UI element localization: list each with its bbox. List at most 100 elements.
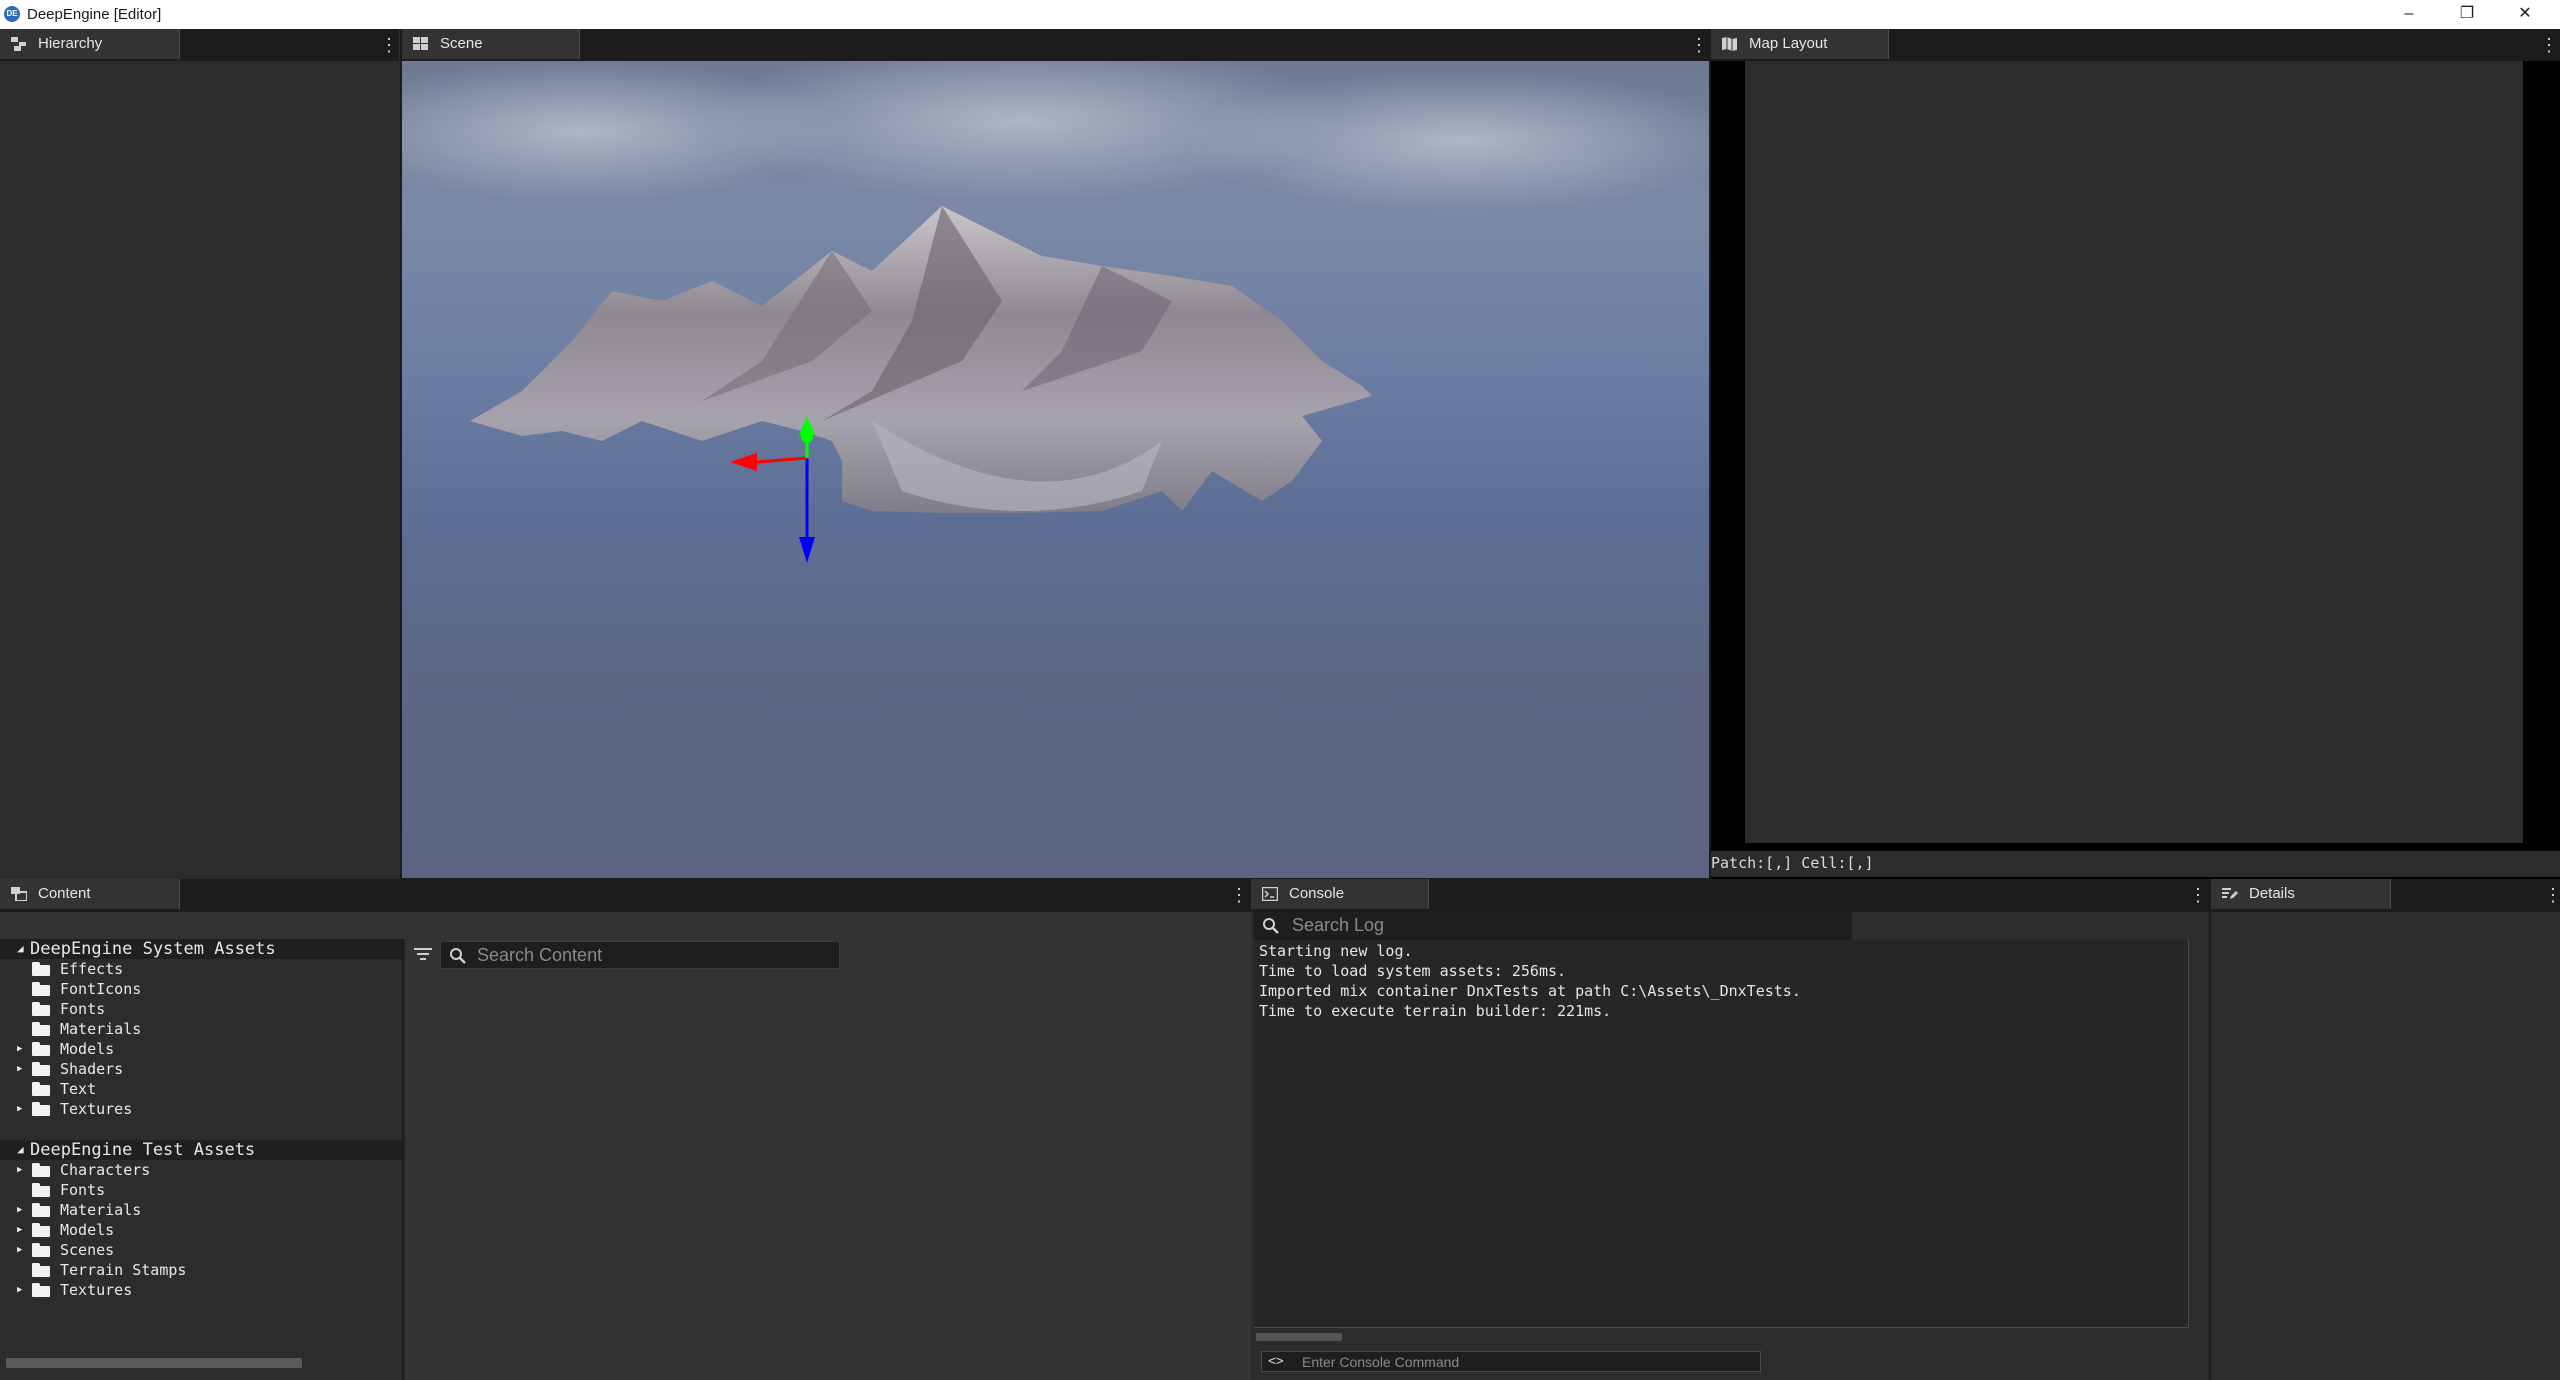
tab-hierarchy[interactable]: Hierarchy (0, 29, 180, 59)
tree-item-folder[interactable]: ▶ Models (0, 1039, 400, 1059)
tree-item-folder[interactable]: ▶ Scenes (0, 1240, 400, 1260)
tree-item-label: Models (60, 1040, 115, 1058)
expand-arrow-icon[interactable]: ▶ (17, 1165, 27, 1175)
tree-group-label: DeepEngine Test Assets (30, 1140, 256, 1160)
tab-details-label: Details (2249, 885, 2295, 902)
console-search-input[interactable]: Search Log (1254, 912, 1852, 940)
tree-item-label: Fonts (60, 1000, 106, 1018)
edit-details-icon (2222, 887, 2238, 901)
tree-item-folder[interactable]: Terrain Stamps (0, 1260, 400, 1280)
content-icon (11, 887, 28, 902)
folder-icon (32, 1283, 52, 1297)
tab-console-label: Console (1289, 885, 1345, 902)
expand-arrow-icon[interactable]: ▶ (17, 1064, 27, 1074)
expand-arrow-icon[interactable]: ▶ (17, 1225, 27, 1235)
folder-icon (32, 962, 52, 976)
tree-item-folder[interactable]: Fonts (0, 1180, 400, 1200)
tree-item-folder[interactable]: ▶ Shaders (0, 1059, 400, 1079)
expand-arrow-icon[interactable]: ▶ (17, 1205, 27, 1215)
expand-arrow-icon[interactable]: ▶ (17, 1285, 27, 1295)
details-panel-header: Details ⋮ (2211, 879, 2560, 912)
code-brackets-icon: <> (1268, 1354, 1284, 1369)
details-panel: Details ⋮ (2209, 879, 2560, 1380)
folder-icon (32, 1223, 52, 1237)
expand-arrow-icon[interactable]: ▶ (17, 1104, 27, 1114)
console-log-line: Imported mix container DnxTests at path … (1259, 982, 1801, 1000)
folder-icon (32, 1042, 52, 1056)
window-title: DeepEngine [Editor] (27, 6, 162, 23)
search-icon (1262, 917, 1280, 935)
content-tree-scrollbar[interactable] (6, 1358, 302, 1368)
map-status-bar: Patch:[,] Cell:[,] (1711, 851, 2560, 877)
tree-item-label: Textures (60, 1281, 133, 1299)
console-command-input[interactable]: <> Enter Console Command (1261, 1351, 1761, 1372)
filter-icon[interactable] (414, 947, 434, 963)
folder-icon (32, 1203, 52, 1217)
console-command-placeholder: Enter Console Command (1302, 1354, 1460, 1370)
map-layout-panel-header: Map Layout ⋮ (1711, 29, 2560, 61)
tree-item-folder[interactable]: ▶ Materials (0, 1200, 400, 1220)
close-button[interactable]: ✕ (2496, 0, 2554, 29)
tree-item-folder[interactable]: Materials (0, 1019, 400, 1039)
grid-icon (413, 37, 429, 51)
tab-console[interactable]: Console (1251, 879, 1429, 909)
tree-item-folder[interactable]: Effects (0, 959, 400, 979)
console-log-line: Starting new log. (1259, 942, 1413, 960)
console-horizontal-scrollbar[interactable] (1256, 1333, 1342, 1341)
tab-content[interactable]: Content (0, 879, 180, 909)
hierarchy-menu-icon[interactable]: ⋮ (380, 31, 398, 59)
search-icon (449, 947, 467, 965)
collapse-arrow-icon[interactable]: ◢ (17, 943, 27, 954)
folder-icon (32, 1243, 52, 1257)
tab-map-layout[interactable]: Map Layout (1711, 29, 1889, 59)
folder-icon (32, 1022, 52, 1036)
folder-icon (32, 1082, 52, 1096)
content-search-placeholder: Search Content (477, 945, 603, 965)
map-patch-cell-readout: Patch:[,] Cell:[,] (1711, 854, 1874, 872)
tree-item-folder[interactable]: ▶ Models (0, 1220, 400, 1240)
hierarchy-panel-header: Hierarchy ⋮ (0, 29, 399, 61)
tab-content-label: Content (38, 885, 91, 902)
map-layout-canvas[interactable] (1745, 61, 2523, 843)
tree-item-folder[interactable]: FontIcons (0, 979, 400, 999)
tree-item-label: Materials (60, 1020, 142, 1038)
map-layout-menu-icon[interactable]: ⋮ (2540, 31, 2558, 59)
collapse-arrow-icon[interactable]: ◢ (17, 1144, 27, 1155)
expand-arrow-icon[interactable]: ▶ (17, 1245, 27, 1255)
scene-viewport[interactable] (402, 61, 1709, 878)
tree-item-folder[interactable]: Fonts (0, 999, 400, 1019)
tree-item-label: Scenes (60, 1241, 115, 1259)
expand-arrow-icon[interactable]: ▶ (17, 1044, 27, 1054)
console-menu-icon[interactable]: ⋮ (2189, 881, 2207, 909)
tree-item-label: Textures (60, 1100, 133, 1118)
tree-item-label: FontIcons (60, 980, 142, 998)
tree-item-label: Characters (60, 1161, 151, 1179)
content-panel-header: Content ⋮ (0, 879, 1251, 912)
folder-icon (32, 1163, 52, 1177)
hierarchy-icon (11, 37, 27, 51)
tree-item-label: Terrain Stamps (60, 1261, 187, 1279)
content-search-input[interactable]: Search Content (440, 941, 840, 969)
tree-item-folder[interactable]: ▶ Textures (0, 1099, 400, 1119)
details-menu-icon[interactable]: ⋮ (2544, 881, 2560, 909)
console-log-line: Time to load system assets: 256ms. (1259, 962, 1567, 980)
folder-icon (32, 1102, 52, 1116)
tree-item-label: Text (60, 1080, 97, 1098)
content-menu-icon[interactable]: ⋮ (1230, 881, 1248, 909)
tree-group-system-assets[interactable]: ◢ DeepEngine System Assets (0, 939, 402, 959)
tree-item-folder[interactable]: Text (0, 1079, 400, 1099)
tree-item-folder[interactable]: ▶ Textures (0, 1280, 400, 1300)
tree-item-label: Models (60, 1221, 115, 1239)
folder-icon (32, 1263, 52, 1277)
tree-group-test-assets[interactable]: ◢ DeepEngine Test Assets (0, 1140, 402, 1160)
tree-group-label: DeepEngine System Assets (30, 939, 276, 959)
minimize-button[interactable]: – (2380, 0, 2438, 29)
tab-scene[interactable]: Scene (402, 29, 580, 59)
terminal-icon (1261, 886, 1279, 902)
tree-item-folder[interactable]: ▶ Characters (0, 1160, 400, 1180)
scene-panel-header: Scene ⋮ (400, 29, 1711, 61)
tab-hierarchy-label: Hierarchy (38, 35, 103, 52)
maximize-button[interactable]: ❐ (2438, 0, 2496, 29)
tab-details[interactable]: Details (2211, 879, 2391, 909)
scene-menu-icon[interactable]: ⋮ (1690, 31, 1708, 59)
